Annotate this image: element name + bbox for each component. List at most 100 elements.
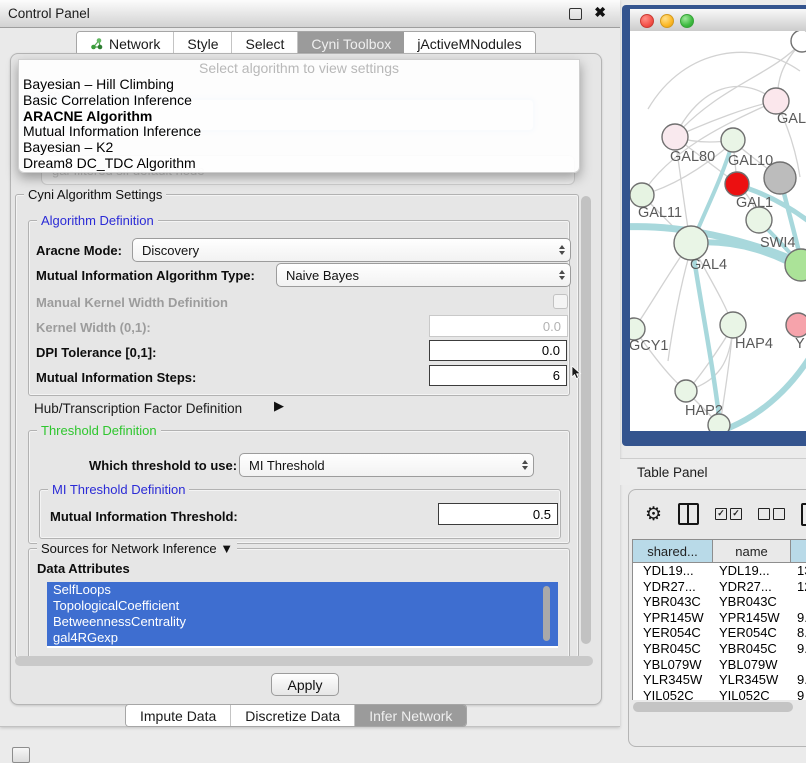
hub-definition-label[interactable]: Hub/Transcription Factor Definition — [34, 401, 242, 416]
network-edge[interactable] — [642, 101, 776, 194]
close-traffic-light-icon[interactable] — [640, 14, 654, 28]
table-row[interactable]: YDR27...YDR27...12 — [633, 579, 806, 595]
dpi-tolerance-field[interactable]: 0.0 — [429, 340, 567, 361]
combo-spinner-icon — [522, 460, 528, 470]
mi-type-combo[interactable]: Naive Bayes — [276, 263, 571, 287]
tab-cyni-toolbox[interactable]: Cyni Toolbox — [298, 32, 404, 55]
sources-title: Sources for Network Inference ▼ — [37, 541, 237, 556]
column-header[interactable] — [791, 540, 806, 562]
column-header[interactable]: shared... — [633, 540, 713, 562]
network-node-label: GAL7 — [777, 111, 806, 127]
algorithm-dropdown: Select algorithm to view settings Bayesi… — [18, 59, 580, 173]
minimized-panel-icon[interactable] — [12, 747, 30, 763]
settings-vertical-scrollbar[interactable] — [581, 196, 591, 644]
table-row[interactable]: YPR145WYPR145W9. — [633, 610, 806, 626]
table-cell: YBL079W — [633, 657, 713, 673]
algorithm-option[interactable]: Bayesian – Hill Climbing — [19, 77, 579, 93]
network-node-hap4[interactable] — [720, 312, 746, 338]
network-node-gal80[interactable] — [662, 124, 688, 150]
algorithm-dropdown-placeholder: Select algorithm to view settings — [19, 60, 579, 77]
gear-icon[interactable]: ⚙ — [645, 505, 662, 524]
algorithm-option[interactable]: ARACNE Algorithm — [19, 109, 579, 125]
tab-select[interactable]: Select — [232, 32, 298, 55]
algorithm-definition-group: Algorithm Definition Aracne Mode: Discov… — [28, 220, 570, 396]
table-cell: YPR145W — [713, 610, 791, 626]
network-edge[interactable] — [634, 246, 688, 329]
mi-threshold-field[interactable]: 0.5 — [438, 503, 558, 525]
table-rows: YDL19...YDL19...13YDR27...YDR27...12YBR0… — [633, 563, 806, 700]
table-horizontal-scrollbar[interactable] — [633, 702, 793, 712]
select-all-checkboxes-icon[interactable]: ✓✓ — [715, 508, 742, 520]
hub-expand-arrow-icon[interactable]: ▶ — [274, 398, 284, 414]
algorithm-option[interactable]: Mutual Information Inference — [19, 124, 579, 140]
network-edge[interactable] — [668, 245, 692, 361]
data-attributes-list[interactable]: SelfLoopsTopologicalCoefficientBetweenne… — [47, 582, 558, 648]
combo-spinner-icon — [559, 270, 565, 280]
network-node-swi4[interactable] — [746, 207, 772, 233]
settings-horizontal-scrollbar[interactable] — [15, 656, 593, 666]
tab-network[interactable]: Network — [77, 32, 174, 55]
network-node-label: GAL80 — [670, 149, 715, 165]
network-node-y[interactable] — [786, 313, 806, 337]
close-window-icon[interactable]: ✖ — [594, 4, 606, 21]
table-toolbar: ⚙ ✓✓ — [629, 496, 806, 532]
minimize-traffic-light-icon[interactable] — [660, 14, 674, 28]
network-node[interactable] — [764, 162, 796, 194]
which-threshold-combo[interactable]: MI Threshold — [239, 453, 534, 477]
network-node-gal10[interactable] — [721, 128, 745, 152]
float-window-icon[interactable] — [569, 8, 582, 20]
network-graph-icon — [90, 37, 103, 50]
table-row[interactable]: YLR345WYLR345W9. — [633, 672, 806, 688]
table-cell: YIL052C — [633, 688, 713, 700]
table-row[interactable]: YER054CYER054C8. — [633, 625, 806, 641]
network-node[interactable] — [791, 31, 806, 52]
document-icon[interactable] — [801, 503, 806, 526]
network-node[interactable] — [708, 414, 730, 431]
bottom-tab-impute-data[interactable]: Impute Data — [126, 705, 231, 726]
table-row[interactable]: YBR045CYBR045C9. — [633, 641, 806, 657]
table-panel-title: Table Panel — [637, 465, 708, 480]
network-node-gal1[interactable] — [725, 172, 749, 196]
network-node-hap2[interactable] — [675, 380, 697, 402]
bottom-tab-infer-network[interactable]: Infer Network — [355, 705, 466, 726]
algorithm-option[interactable]: Basic Correlation Inference — [19, 93, 579, 109]
apply-button[interactable]: Apply — [271, 673, 339, 696]
attribute-item[interactable]: BetweennessCentrality — [47, 614, 558, 630]
algorithm-option[interactable]: Bayesian – K2 — [19, 140, 579, 156]
mi-threshold-label: Mutual Information Threshold: — [50, 509, 238, 524]
attribute-item[interactable]: SelfLoops — [47, 582, 558, 598]
combo-spinner-icon — [559, 245, 565, 255]
column-header[interactable]: name — [713, 540, 791, 562]
table-cell — [791, 657, 806, 673]
dpi-tolerance-value: 0.0 — [542, 343, 560, 358]
mi-threshold-value: 0.5 — [533, 507, 551, 522]
table-row[interactable]: YBL079WYBL079W — [633, 657, 806, 673]
table-row[interactable]: YIL052CYIL052C9 — [633, 688, 806, 700]
attribute-item[interactable]: TopologicalCoefficient — [47, 598, 558, 614]
tab-style[interactable]: Style — [174, 32, 232, 55]
attributes-list-scrollbar[interactable] — [543, 586, 550, 641]
network-node-gal4[interactable] — [674, 226, 708, 260]
table-row[interactable]: YBR043CYBR043C — [633, 594, 806, 610]
aracne-mode-label: Aracne Mode: — [36, 243, 122, 258]
bottom-tab-discretize-data[interactable]: Discretize Data — [231, 705, 355, 726]
table-cell: YBR043C — [633, 594, 713, 610]
network-canvas[interactable]: GAL7GAL80GAL10GAL1GAL11SWI4GAL4HAP4YGCY1… — [630, 31, 806, 431]
network-node-gal11[interactable] — [630, 183, 654, 207]
zoom-traffic-light-icon[interactable] — [680, 14, 694, 28]
tab-jactivemnodules[interactable]: jActiveMNodules — [404, 32, 534, 55]
attribute-item[interactable]: gal4RGexp — [47, 630, 558, 646]
network-node-gcy1[interactable] — [630, 318, 645, 340]
tab-label: Select — [245, 36, 284, 52]
network-graph[interactable]: GAL7GAL80GAL10GAL1GAL11SWI4GAL4HAP4YGCY1… — [630, 31, 806, 431]
which-threshold-value: MI Threshold — [249, 458, 325, 473]
mi-steps-field[interactable]: 6 — [429, 365, 567, 386]
columns-icon[interactable] — [678, 503, 699, 525]
table-row[interactable]: YDL19...YDL19...13 — [633, 563, 806, 579]
sources-collapse-arrow-icon[interactable]: ▼ — [220, 541, 233, 556]
deselect-all-checkboxes-icon[interactable] — [758, 508, 785, 520]
table-cell: YBR045C — [633, 641, 713, 657]
algorithm-option[interactable]: Dream8 DC_TDC Algorithm — [19, 156, 579, 172]
mi-steps-value: 6 — [553, 368, 560, 383]
aracne-mode-combo[interactable]: Discovery — [132, 238, 571, 262]
